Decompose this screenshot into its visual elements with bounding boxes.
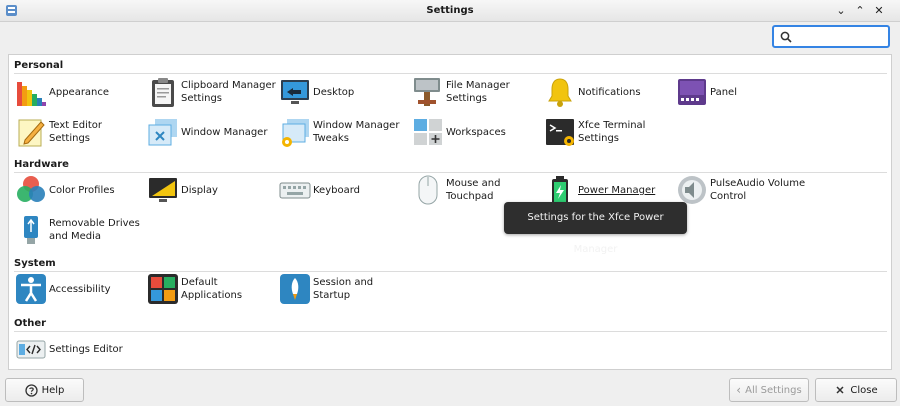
mouse-icon xyxy=(418,175,438,205)
item-label: Removable Drives and Media xyxy=(49,218,140,242)
item-label: Display xyxy=(181,184,218,196)
item-label: Keyboard xyxy=(313,184,361,196)
search-box[interactable] xyxy=(772,25,890,48)
window-title: Settings xyxy=(426,5,474,16)
section-divider xyxy=(14,73,887,74)
item-label: File Manager Settings xyxy=(446,80,510,104)
section-system: System xyxy=(14,258,56,269)
default-apps-icon xyxy=(148,274,178,304)
item-label: Clipboard Manager Settings xyxy=(181,80,276,104)
search-row xyxy=(0,22,900,52)
maximize-icon[interactable]: ⌃ xyxy=(852,3,868,19)
color-profiles-icon xyxy=(17,176,45,202)
item-label: Notifications xyxy=(578,86,641,98)
item-label: Color Profiles xyxy=(49,184,115,196)
appearance-icon xyxy=(17,82,46,106)
close-icon xyxy=(836,386,844,394)
search-icon xyxy=(780,31,792,43)
panel-icon xyxy=(678,79,706,105)
search-input[interactable] xyxy=(794,29,886,44)
file-manager-icon xyxy=(414,78,440,106)
item-label: Xfce Terminal Settings xyxy=(578,120,646,144)
keyboard-icon xyxy=(279,182,311,199)
all-settings-label: All Settings xyxy=(745,384,802,396)
display-icon xyxy=(149,178,177,202)
item-label: Panel xyxy=(710,86,737,98)
rocket-icon xyxy=(280,274,310,304)
help-icon xyxy=(24,383,38,397)
minimize-icon[interactable]: ⌄ xyxy=(833,3,849,19)
item-label: Appearance xyxy=(49,86,110,98)
all-settings-button[interactable]: ‹ All Settings xyxy=(729,378,809,402)
item-label: Workspaces xyxy=(446,126,506,138)
wm-tweaks-icon xyxy=(282,119,309,147)
item-label: Accessibility xyxy=(49,283,111,295)
item-label: Desktop xyxy=(313,86,355,98)
close-window-icon[interactable]: ✕ xyxy=(871,3,887,19)
clipboard-icon xyxy=(152,78,174,107)
item-label: Session and Startup xyxy=(313,277,374,301)
workspaces-icon xyxy=(414,119,442,145)
section-personal: Personal xyxy=(14,60,64,71)
item-label: Default Applications xyxy=(181,277,243,301)
settings-editor-icon xyxy=(16,340,46,359)
power-manager-tooltip: Settings for the Xfce Power Manager xyxy=(504,202,687,255)
accessibility-icon xyxy=(16,274,46,304)
window-manager-icon xyxy=(148,119,177,146)
settings-grid: Personal Appearance Clipboard Manager Se… xyxy=(8,54,892,370)
close-label: Close xyxy=(850,384,878,396)
desktop-icon xyxy=(281,80,309,104)
item-label: Window Manager Tweaks xyxy=(313,120,400,144)
item-label: Text Editor Settings xyxy=(49,120,102,144)
section-hardware: Hardware xyxy=(14,159,69,170)
help-label: Help xyxy=(41,384,65,396)
section-other: Other xyxy=(14,318,47,329)
text-editor-icon xyxy=(18,119,45,147)
item-label: PulseAudio Volume Control xyxy=(710,178,806,202)
close-button[interactable]: Close xyxy=(815,378,897,402)
item-label: Window Manager xyxy=(181,126,268,138)
terminal-icon xyxy=(546,119,574,146)
title-bar: Settings ⌄ ⌃ ✕ xyxy=(0,0,900,22)
bell-icon xyxy=(548,78,572,107)
help-button[interactable]: Help xyxy=(5,378,84,402)
usb-drive-icon xyxy=(24,216,38,244)
item-label: Settings Editor xyxy=(49,343,123,355)
chevron-left-icon: ‹ xyxy=(736,383,742,397)
